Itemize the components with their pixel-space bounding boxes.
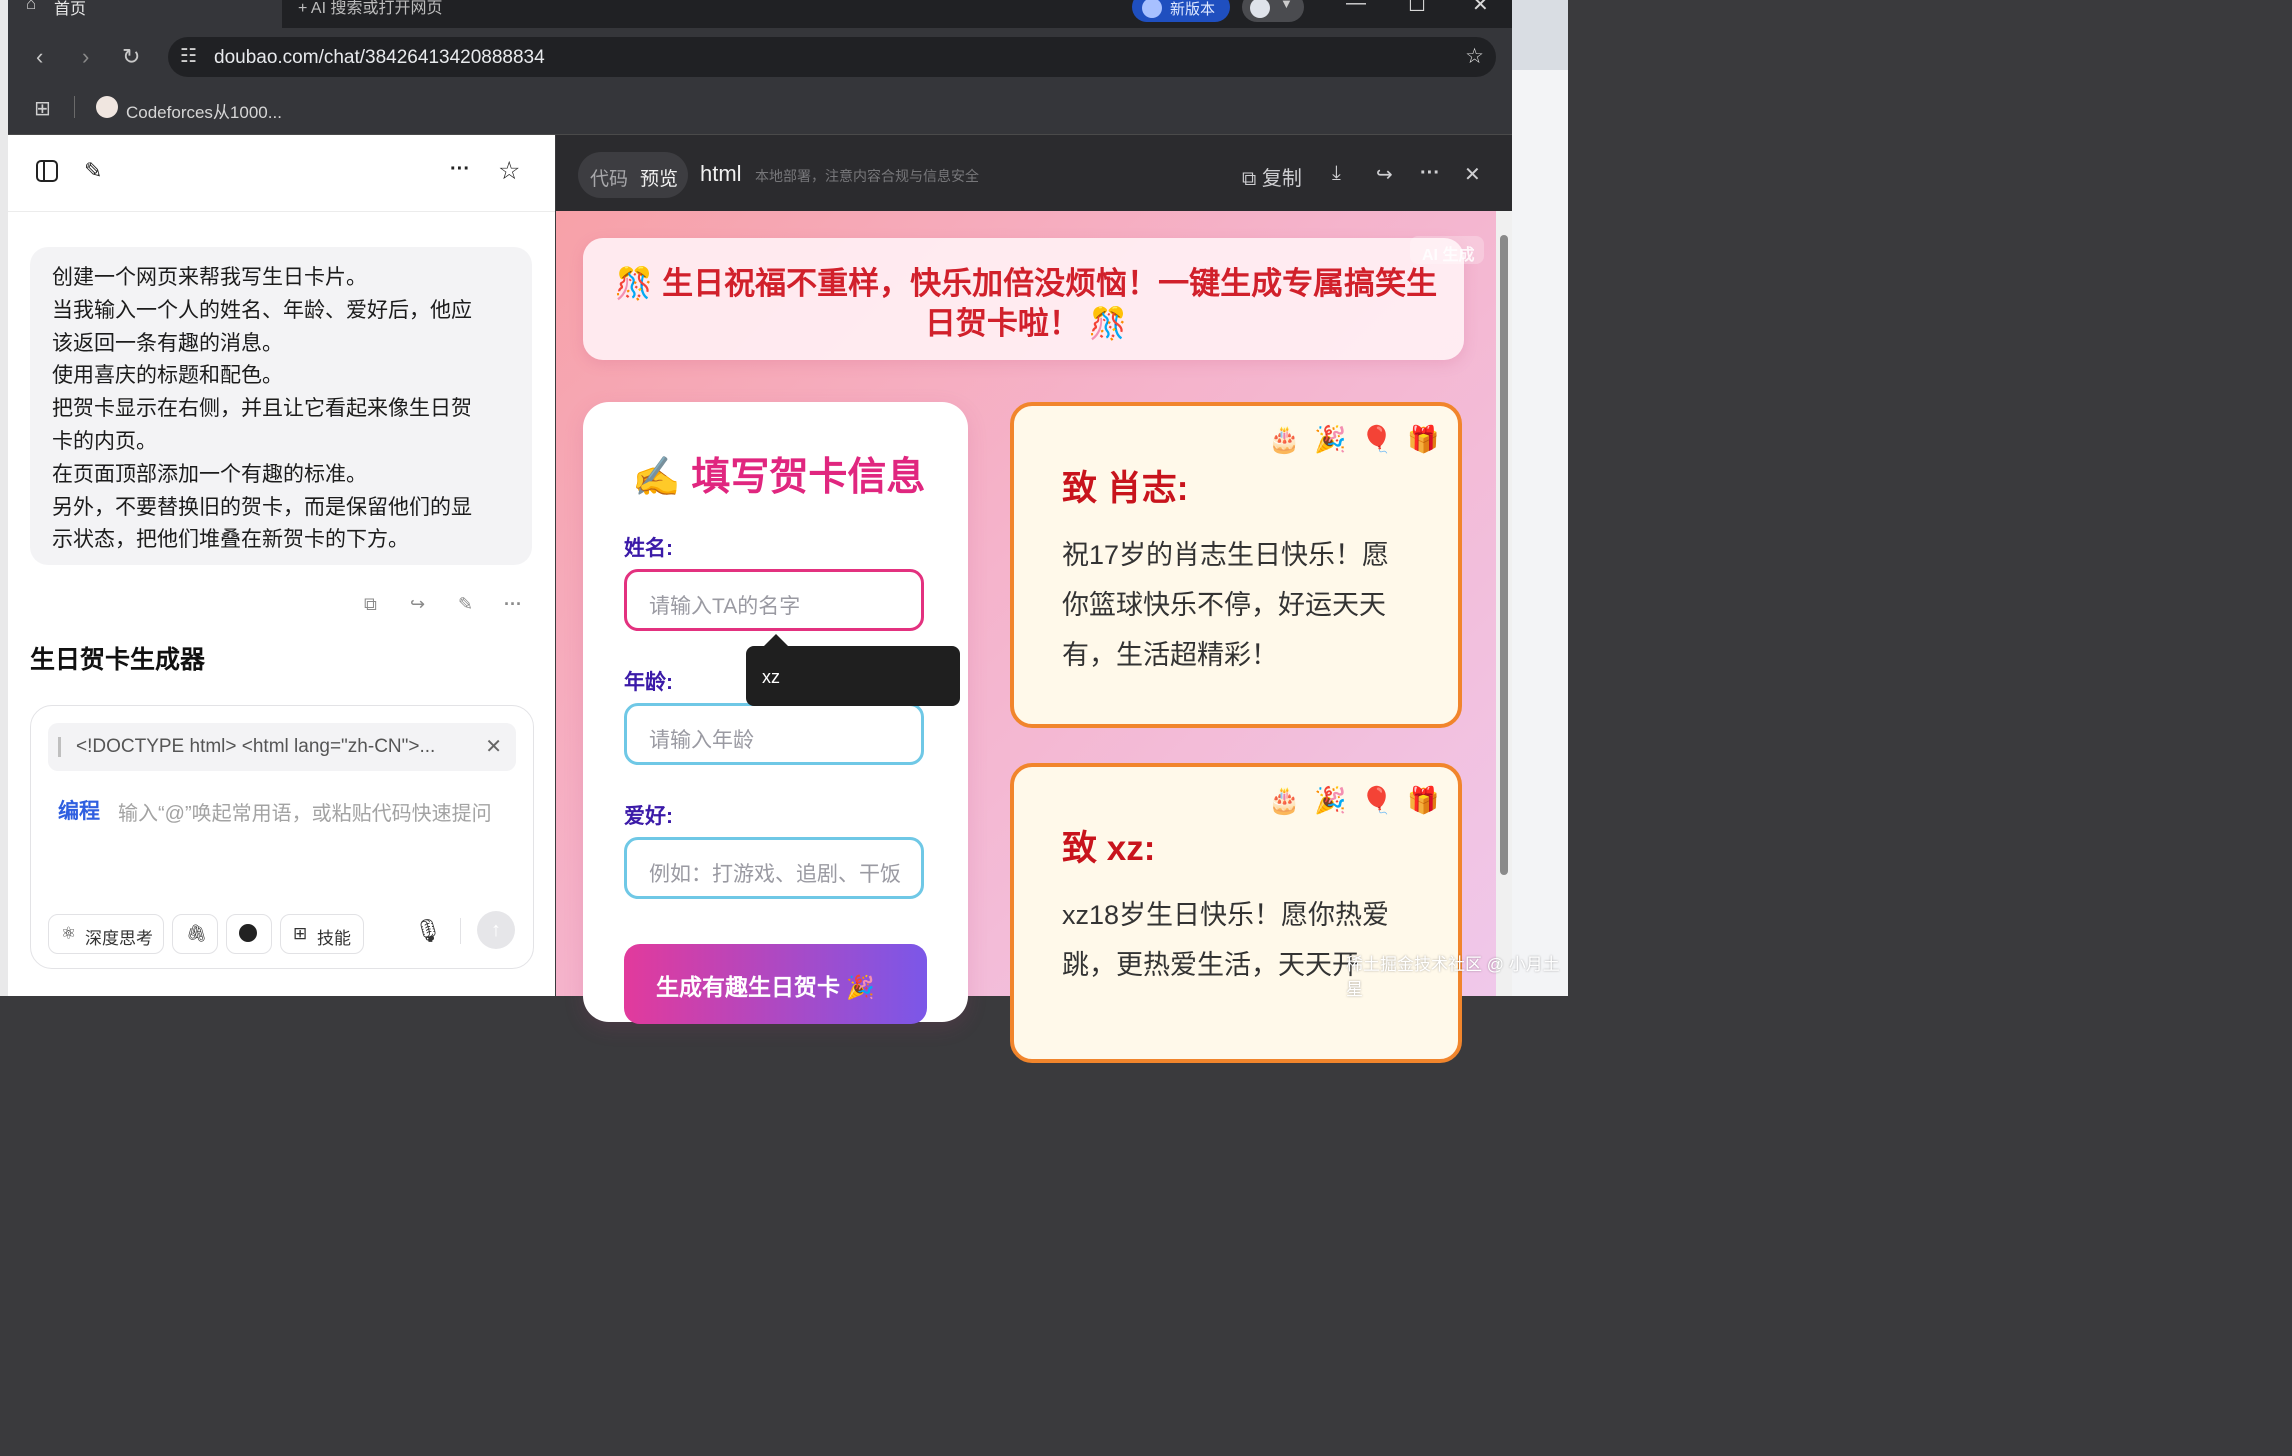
new-tab-button[interactable]: + AI 搜索或打开网页 bbox=[298, 0, 442, 18]
user-message-text: 创建一个网页来帮我写生日卡片。 当我输入一个人的姓名、年龄、爱好后，他应 该返回… bbox=[52, 266, 472, 552]
more-actions-icon[interactable]: ··· bbox=[504, 594, 522, 615]
skills-grid-icon: ⊞ bbox=[293, 924, 308, 943]
hobby-input[interactable]: 例如：打游戏、追剧、干饭 bbox=[624, 837, 924, 899]
close-window-button[interactable]: ✕ bbox=[1472, 0, 1489, 17]
github-button[interactable] bbox=[226, 914, 272, 954]
new-version-badge[interactable]: 新版本 bbox=[1132, 0, 1230, 22]
card-decoration-icons: 🎂🎉🎈🎁 bbox=[1268, 785, 1454, 815]
plus-icon: + bbox=[298, 0, 311, 17]
share-icon[interactable]: ↪ bbox=[1376, 162, 1393, 187]
form-title: ✍️ 填写贺卡信息 bbox=[632, 456, 926, 499]
favorite-star-icon[interactable]: ☆ bbox=[498, 156, 520, 186]
card-decoration-icons: 🎂🎉🎈🎁 bbox=[1268, 424, 1454, 454]
new-chat-icon[interactable]: ✎ bbox=[84, 158, 102, 184]
deep-think-button[interactable]: ⚛ 深度思考 bbox=[48, 914, 164, 954]
arrow-up-icon: ↑ bbox=[491, 919, 501, 941]
section-title: 生日贺卡生成器 bbox=[30, 646, 206, 674]
github-icon bbox=[239, 924, 257, 942]
download-icon[interactable]: ⤓ bbox=[1332, 162, 1341, 185]
address-bar[interactable]: ☷ doubao.com/chat/38426413420888834 ☆ bbox=[168, 37, 1496, 77]
name-input[interactable]: 请输入TA的名字 bbox=[624, 569, 924, 631]
bookmark-star-icon[interactable]: ☆ bbox=[1465, 44, 1484, 69]
close-preview-icon[interactable]: ✕ bbox=[1464, 162, 1481, 187]
tab-label: 首页 bbox=[54, 1, 87, 18]
preview-scrollbar[interactable] bbox=[1496, 211, 1512, 996]
generate-card-button[interactable]: 生成有趣生日贺卡 🎉 bbox=[624, 944, 927, 1024]
copy-icon: ⧉ bbox=[1242, 168, 1257, 190]
forward-button[interactable]: › bbox=[82, 44, 89, 70]
tab-preview[interactable]: 预览 bbox=[640, 164, 678, 191]
browser-tab-home[interactable]: ⌂ 首页 bbox=[8, 0, 282, 28]
skills-button[interactable]: ⊞ 技能 bbox=[280, 914, 364, 954]
send-button[interactable]: ↑ bbox=[477, 911, 515, 949]
update-arrow-icon bbox=[1142, 0, 1162, 18]
card-recipient: 致 肖志: bbox=[1062, 469, 1189, 508]
home-icon: ⌂ bbox=[26, 0, 37, 13]
ai-generated-mark: AI 生成 bbox=[1410, 236, 1484, 264]
remove-attachment-icon[interactable]: ✕ bbox=[485, 734, 502, 759]
autocomplete-suggestion[interactable]: xz bbox=[746, 634, 960, 706]
edit-icon[interactable]: ✎ bbox=[458, 594, 473, 615]
bookmark-favicon bbox=[96, 96, 118, 118]
chat-input[interactable]: 输入“@”唤起常用语，或粘贴代码快速提问 bbox=[118, 795, 518, 833]
minimize-button[interactable]: — bbox=[1346, 0, 1366, 15]
sidebar-toggle-icon[interactable] bbox=[36, 160, 58, 182]
bookmark-item[interactable]: Codeforces从1000... bbox=[126, 98, 282, 123]
avatar bbox=[1250, 0, 1270, 18]
banner-text: 🎊 生日祝福不重样，快乐加倍没烦恼！一键生成专属搞笑生日贺卡啦！ 🎊 bbox=[614, 266, 1438, 341]
preview-subtitle: 本地部署，注意内容合规与信息安全 bbox=[755, 168, 979, 184]
mode-label[interactable]: 编程 bbox=[58, 795, 100, 825]
share-icon[interactable]: ↪ bbox=[410, 594, 425, 615]
site-settings-icon[interactable]: ☷ bbox=[180, 45, 197, 68]
copy-button[interactable]: ⧉ 复制 bbox=[1242, 162, 1302, 191]
desktop-background-right bbox=[1512, 0, 1568, 996]
more-options-icon[interactable]: ··· bbox=[1420, 162, 1440, 185]
chevron-down-icon: ▼ bbox=[1280, 0, 1293, 11]
url-text: doubao.com/chat/38426413420888834 bbox=[214, 47, 545, 68]
divider bbox=[74, 96, 75, 118]
copy-icon[interactable]: ⧉ bbox=[364, 594, 377, 615]
tab-code[interactable]: 代码 bbox=[590, 164, 628, 191]
divider bbox=[460, 918, 461, 944]
card-message: 祝17岁的肖志生日快乐！愿你篮球快乐不停，好运天天有，生活超精彩！ bbox=[1062, 540, 1390, 670]
attached-code-snippet[interactable]: <!DOCTYPE html> <html lang="zh-CN">... ✕ bbox=[48, 723, 516, 771]
age-label: 年龄: bbox=[624, 671, 673, 694]
watermark: 稀土掘金技术社区 @ 小月土星 bbox=[1346, 955, 1560, 999]
maximize-button[interactable]: ☐ bbox=[1408, 0, 1426, 17]
hobby-label: 爱好: bbox=[624, 805, 673, 828]
preview-title: html bbox=[700, 161, 742, 186]
attach-file-button[interactable]: 🖇 bbox=[172, 914, 218, 954]
paperclip-icon: 🖇 bbox=[186, 924, 208, 943]
more-options-icon[interactable]: ··· bbox=[450, 158, 470, 181]
card-recipient: 致 xz: bbox=[1062, 829, 1156, 868]
apps-grid-icon[interactable]: ⊞ bbox=[34, 96, 51, 121]
code-preview-toggle: 代码 预览 bbox=[578, 152, 688, 198]
back-button[interactable]: ‹ bbox=[36, 44, 43, 70]
name-label: 姓名: bbox=[624, 537, 673, 560]
age-input[interactable]: 请输入年龄 bbox=[624, 703, 924, 765]
atom-icon: ⚛ bbox=[61, 924, 77, 943]
profile-button[interactable]: ▼ bbox=[1242, 0, 1304, 22]
reload-button[interactable]: ↻ bbox=[122, 44, 140, 70]
microphone-icon[interactable]: 🎙 bbox=[414, 918, 442, 944]
desktop-background bbox=[0, 0, 8, 996]
